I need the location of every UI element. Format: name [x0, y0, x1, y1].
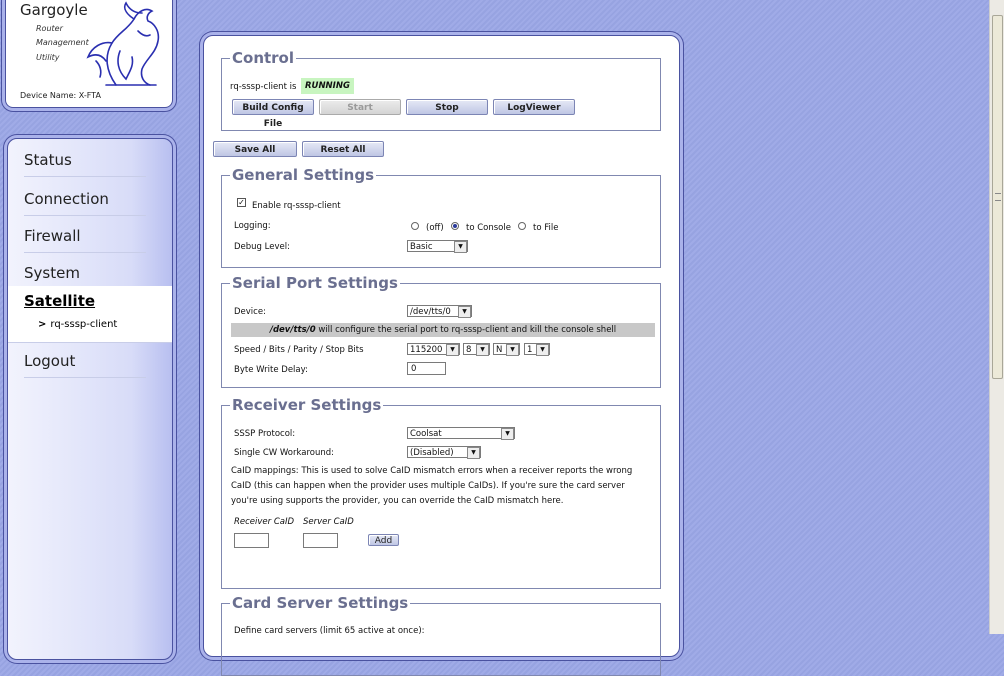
serial-note: /dev/tts/0 will configure the serial por…: [231, 323, 655, 337]
speed-value: 115200: [410, 345, 443, 355]
chevron-down-icon: ▼: [446, 344, 459, 356]
build-config-button[interactable]: Build Config File: [232, 99, 314, 129]
general-settings-legend: General Settings: [232, 166, 375, 184]
nav-panel: Status Connection Firewall System Satell…: [7, 138, 173, 660]
chevron-right-icon: >: [38, 319, 47, 330]
grip-icon: [995, 193, 1001, 201]
nav-satellite-block: Satellite > rq-sssp-client: [8, 286, 172, 343]
caid-description: CaID mappings: This is used to solve CaI…: [231, 466, 633, 506]
general-settings-fieldset: General Settings: [221, 166, 661, 268]
card-server-legend: Card Server Settings: [232, 594, 409, 612]
chevron-down-icon: ▼: [467, 447, 480, 459]
start-button[interactable]: Start: [319, 99, 401, 115]
nav-item-logout[interactable]: Logout: [24, 352, 146, 378]
nav-item-firewall[interactable]: Firewall: [24, 227, 146, 253]
add-caid-button[interactable]: Add: [368, 534, 399, 546]
speed-select[interactable]: 115200 ▼: [407, 343, 460, 356]
logging-label: Logging:: [234, 221, 271, 231]
logo-line-utility: Utility: [36, 53, 60, 62]
reset-all-button[interactable]: Reset All: [302, 141, 384, 157]
nav-item-connection[interactable]: Connection: [24, 190, 146, 216]
nav-item-status[interactable]: Status: [24, 151, 146, 177]
logviewer-button[interactable]: LogViewer: [493, 99, 575, 115]
byte-write-delay-input[interactable]: 0: [407, 362, 446, 375]
logging-console-label: to Console: [466, 223, 511, 233]
nav-subitem-rq-sssp-client[interactable]: > rq-sssp-client: [38, 319, 117, 330]
chevron-down-icon: ▼: [454, 241, 467, 253]
logging-file-label: to File: [533, 223, 559, 233]
gargoyle-logo-icon: [86, 1, 160, 86]
scrollbar-thumb[interactable]: [992, 15, 1003, 379]
byte-write-delay-label: Byte Write Delay:: [234, 365, 308, 375]
save-all-button[interactable]: Save All: [213, 141, 297, 157]
single-cw-value: (Disabled): [410, 448, 454, 458]
single-cw-select[interactable]: (Disabled) ▼: [407, 446, 481, 459]
sssp-protocol-label: SSSP Protocol:: [234, 429, 296, 439]
chevron-down-icon: ▼: [536, 344, 549, 356]
nav-subitem-label: rq-sssp-client: [50, 319, 118, 330]
serial-note-device: /dev/tts/0: [269, 325, 316, 335]
logging-console-radio[interactable]: [451, 222, 459, 230]
main-panel: Control rq-sssp-client is RUNNING Build …: [203, 35, 680, 676]
page-scrollbar[interactable]: [989, 0, 1004, 634]
chevron-down-icon: ▼: [458, 306, 471, 318]
server-caid-label: Server CaID: [303, 517, 354, 527]
logo-panel: Gargoyle Router Management Utility Devic…: [5, 0, 173, 108]
logo-line-router: Router: [36, 24, 63, 33]
serial-port-legend: Serial Port Settings: [232, 274, 398, 292]
logging-off-radio[interactable]: [411, 222, 419, 230]
logging-file-radio[interactable]: [518, 222, 526, 230]
control-legend: Control: [232, 49, 295, 67]
debug-level-value: Basic: [410, 242, 433, 252]
card-server-define-text: Define card servers (limit 65 active at …: [234, 626, 425, 636]
status-badge: RUNNING: [301, 78, 354, 94]
speed-label: Speed / Bits / Parity / Stop Bits: [234, 345, 364, 355]
parity-value: N: [496, 345, 503, 355]
server-caid-input[interactable]: [303, 533, 338, 548]
device-label: Device:: [234, 307, 266, 317]
parity-select[interactable]: N ▼: [493, 343, 520, 356]
debug-level-label: Debug Level:: [234, 242, 290, 252]
device-name: Device Name: X-FTA: [20, 91, 101, 100]
chevron-down-icon: ▼: [506, 344, 519, 356]
device-select[interactable]: /dev/tts/0 ▼: [407, 305, 472, 318]
status-prefix: rq-sssp-client is: [230, 82, 297, 92]
receiver-settings-legend: Receiver Settings: [232, 396, 382, 414]
stop-bits-value: 1: [527, 345, 533, 355]
bits-value: 8: [466, 345, 472, 355]
debug-level-select[interactable]: Basic ▼: [407, 240, 468, 253]
single-cw-label: Single CW Workaround:: [234, 448, 334, 458]
receiver-caid-label: Receiver CaID: [234, 517, 295, 527]
receiver-caid-input[interactable]: [234, 533, 269, 548]
chevron-down-icon: ▼: [476, 344, 489, 356]
stop-bits-select[interactable]: 1 ▼: [524, 343, 550, 356]
sssp-protocol-value: Coolsat: [410, 429, 442, 439]
enable-label: Enable rq-sssp-client: [252, 201, 341, 211]
device-value: /dev/tts/0: [410, 307, 451, 317]
sssp-protocol-select[interactable]: Coolsat ▼: [407, 427, 515, 440]
bits-select[interactable]: 8 ▼: [463, 343, 490, 356]
chevron-down-icon: ▼: [501, 428, 514, 440]
serial-note-text: will configure the serial port to rq-sss…: [315, 325, 617, 335]
nav-item-satellite[interactable]: Satellite: [24, 292, 95, 310]
logging-off-label: (off): [426, 223, 444, 233]
enable-checkbox[interactable]: ✓: [237, 198, 246, 207]
stop-button[interactable]: Stop: [406, 99, 488, 115]
